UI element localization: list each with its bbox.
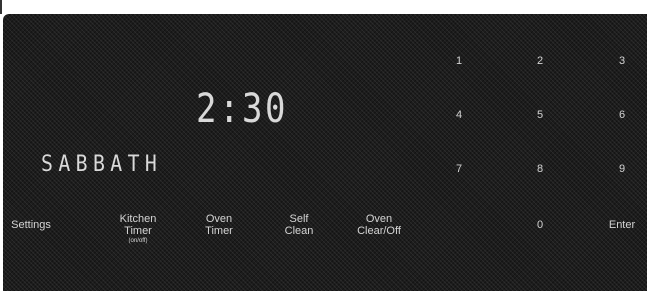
key-2[interactable]: 2	[537, 55, 543, 67]
clock-display: 2:30	[196, 86, 289, 132]
oven-clear-off-button[interactable]: Oven Clear/Off	[357, 213, 401, 237]
oven-clear-off-label-line1: Oven	[365, 213, 393, 225]
self-clean-label-line1: Self	[289, 213, 309, 225]
key-7[interactable]: 7	[456, 163, 462, 175]
self-clean-button[interactable]: Self Clean	[285, 213, 314, 237]
oven-clear-off-label-line2: Clear/Off	[357, 225, 401, 237]
oven-timer-button[interactable]: Oven Timer	[205, 213, 233, 237]
key-8[interactable]: 8	[537, 163, 543, 175]
key-4[interactable]: 4	[456, 109, 462, 121]
oven-timer-label-line1: Oven	[205, 213, 233, 225]
kitchen-timer-label-line2: Timer	[124, 225, 152, 237]
key-9[interactable]: 9	[619, 163, 625, 175]
key-0[interactable]: 0	[537, 219, 543, 231]
settings-label: Settings	[11, 219, 51, 231]
mode-display: SABBATH	[41, 152, 163, 177]
settings-button[interactable]: Settings	[11, 219, 51, 231]
key-3[interactable]: 3	[619, 55, 625, 67]
key-1[interactable]: 1	[456, 55, 462, 67]
kitchen-timer-sublabel: (on/off)	[128, 238, 148, 244]
oven-timer-label-line2: Timer	[205, 225, 233, 237]
self-clean-label-line2: Clean	[284, 225, 314, 237]
corner-mark	[0, 0, 8, 14]
enter-button[interactable]: Enter	[609, 219, 635, 231]
key-6[interactable]: 6	[619, 109, 625, 121]
kitchen-timer-button[interactable]: Kitchen Timer (on/off)	[120, 213, 157, 245]
kitchen-timer-label-line1: Kitchen	[119, 213, 157, 225]
key-5[interactable]: 5	[537, 109, 543, 121]
